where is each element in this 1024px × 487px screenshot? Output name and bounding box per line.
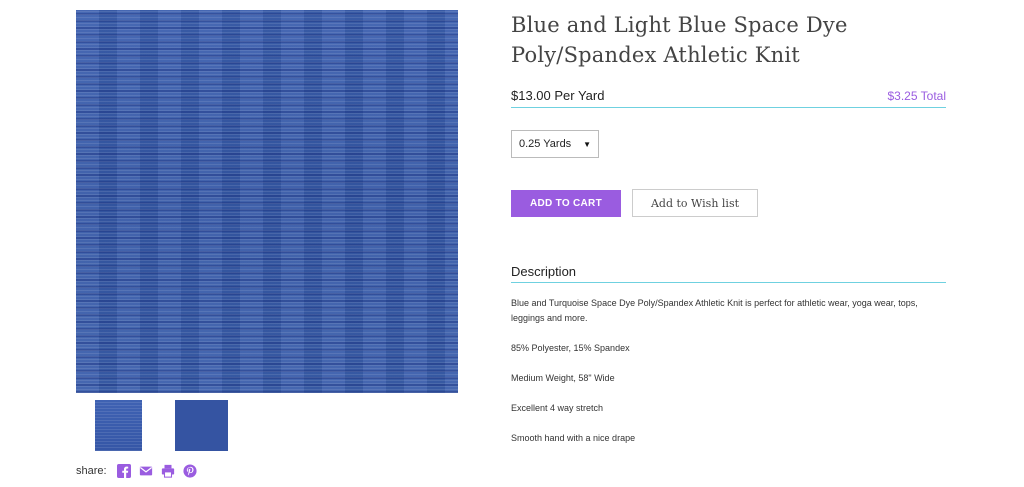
add-to-cart-button[interactable]: ADD TO CART [511, 190, 621, 217]
quantity-select-value: 0.25 Yards [519, 138, 572, 150]
product-thumbnail-1[interactable] [95, 400, 142, 451]
description-body: Blue and Turquoise Space Dye Poly/Spande… [511, 296, 951, 461]
quantity-select[interactable]: 0.25 Yards ▼ [511, 130, 599, 158]
email-icon[interactable] [139, 464, 153, 478]
print-icon[interactable] [161, 464, 175, 478]
share-label: share: [76, 465, 107, 477]
add-to-wishlist-button[interactable]: Add to Wish list [632, 189, 758, 217]
product-main-image[interactable] [76, 10, 458, 393]
price-total: $3.25 Total [887, 88, 947, 103]
price-row: $13.00 Per Yard $3.25 Total [511, 88, 946, 108]
product-thumbnail-2[interactable] [175, 400, 228, 451]
share-bar: share: [76, 462, 197, 480]
pinterest-icon[interactable] [183, 464, 197, 478]
chevron-down-icon: ▼ [583, 139, 591, 149]
description-paragraph: Medium Weight, 58" Wide [511, 373, 615, 383]
description-paragraph: Blue and Turquoise Space Dye Poly/Spande… [511, 298, 918, 323]
facebook-icon[interactable] [116, 464, 131, 478]
description-heading: Description [511, 264, 946, 283]
description-paragraph: Smooth hand with a nice drape [511, 433, 636, 443]
description-paragraph: 85% Polyester, 15% Spandex [511, 343, 630, 353]
product-title: Blue and Light Blue Space Dye Poly/Spand… [511, 13, 848, 67]
description-paragraph: Excellent 4 way stretch [511, 403, 604, 413]
price-per-yard: $13.00 Per Yard [511, 88, 605, 103]
